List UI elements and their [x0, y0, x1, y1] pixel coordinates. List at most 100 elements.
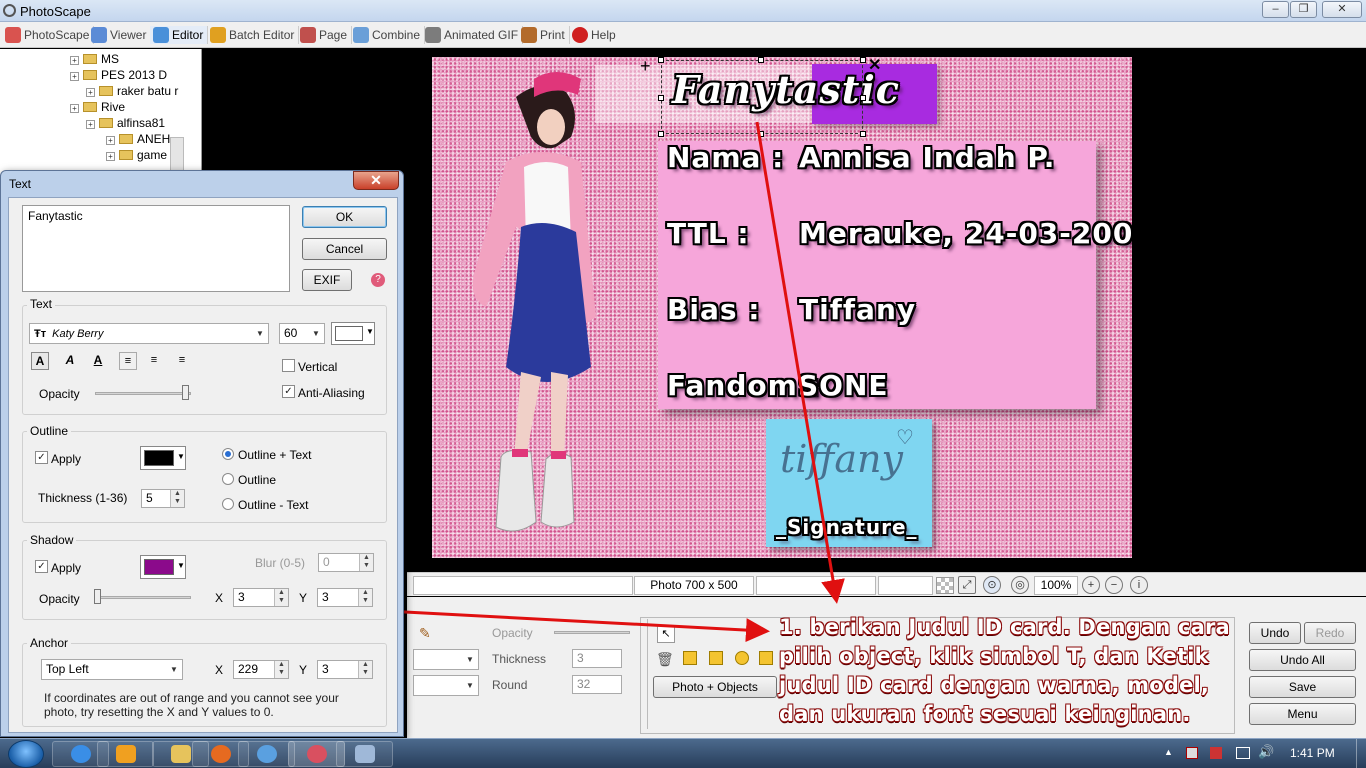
- tray-arrow-icon[interactable]: ▲: [1164, 747, 1173, 757]
- shadow-color-picker[interactable]: ▼: [140, 555, 186, 579]
- bold-icon[interactable]: A: [31, 352, 49, 370]
- show-desktop-button[interactable]: [1356, 739, 1366, 768]
- maximize-button[interactable]: ❐: [1290, 1, 1317, 18]
- resize-handle[interactable]: [860, 131, 866, 137]
- tab-page[interactable]: Page: [297, 26, 353, 44]
- anti-aliasing-checkbox[interactable]: ✓: [282, 385, 295, 398]
- tree-item[interactable]: + MS: [0, 51, 201, 67]
- expand-icon[interactable]: +: [106, 152, 115, 161]
- delete-object-icon[interactable]: ✕: [868, 57, 881, 75]
- outline-only-radio[interactable]: [222, 473, 234, 485]
- font-size-select[interactable]: 60 ▼: [279, 323, 325, 344]
- align-right-icon[interactable]: ≡: [173, 352, 191, 370]
- taskbar-media[interactable]: [97, 741, 154, 767]
- tab-animated-gif[interactable]: Animated GIF: [422, 26, 524, 44]
- anchor-x-stepper[interactable]: 229 ▲ ▼: [233, 660, 289, 679]
- tray-network-icon[interactable]: [1236, 747, 1250, 759]
- resize-handle[interactable]: [658, 95, 664, 101]
- help-icon[interactable]: ?: [371, 273, 385, 287]
- tray-volume-icon[interactable]: 🔊: [1258, 744, 1274, 760]
- tab-print[interactable]: Print: [518, 26, 570, 44]
- zoom-fit-icon[interactable]: ◎: [1011, 576, 1029, 594]
- outline-apply-checkbox[interactable]: ✓: [35, 451, 48, 464]
- exif-button[interactable]: EXIF: [302, 269, 352, 291]
- blur-stepper[interactable]: 0 ▲ ▼: [318, 553, 374, 572]
- shadow-y-stepper[interactable]: 3 ▲ ▼: [317, 588, 373, 607]
- align-center-icon[interactable]: ≡: [145, 352, 163, 370]
- font-select[interactable]: Ŧт Katy Berry ▼: [29, 323, 269, 344]
- move-cross-icon[interactable]: +: [640, 57, 651, 75]
- line-style-combo[interactable]: ▼: [413, 649, 479, 670]
- anchor-y-stepper[interactable]: 3 ▲ ▼: [317, 660, 373, 679]
- tray-flag-icon[interactable]: [1186, 747, 1198, 759]
- align-left-icon[interactable]: ≡: [119, 352, 137, 370]
- slider-thumb[interactable]: [182, 385, 189, 400]
- underline-icon[interactable]: A: [89, 352, 107, 370]
- outline-color-picker[interactable]: ▼: [140, 446, 186, 470]
- tree-item[interactable]: + raker batu r: [0, 83, 201, 99]
- expand-icon[interactable]: +: [86, 88, 95, 97]
- tab-batch-editor[interactable]: Batch Editor: [207, 26, 300, 44]
- outline-text-radio[interactable]: [222, 448, 234, 460]
- resize-handle[interactable]: [860, 57, 866, 63]
- anchor-select[interactable]: Top Left ▼: [41, 659, 183, 680]
- zoom-in-icon[interactable]: +: [1082, 576, 1100, 594]
- fit-screen-icon[interactable]: ⤢: [958, 576, 976, 594]
- tab-help[interactable]: Help: [569, 26, 620, 44]
- taskbar-search[interactable]: [238, 741, 295, 767]
- zoom-out-icon[interactable]: −: [1105, 576, 1123, 594]
- expand-icon[interactable]: +: [106, 136, 115, 145]
- selection-box[interactable]: [661, 60, 863, 134]
- photo-canvas[interactable]: Fanytastic + ✕ Nama : Annisa Indah P. TT…: [432, 57, 1132, 558]
- start-button[interactable]: [8, 740, 44, 768]
- dialog-close-button[interactable]: ✕: [353, 171, 399, 190]
- expand-icon[interactable]: +: [70, 104, 79, 113]
- resize-handle[interactable]: [758, 57, 764, 63]
- thickness-stepper[interactable]: 3: [572, 649, 622, 668]
- taskbar-window[interactable]: [336, 741, 393, 767]
- save-button[interactable]: Save: [1249, 676, 1356, 698]
- resize-handle[interactable]: [758, 131, 764, 137]
- slider-thumb[interactable]: [94, 589, 101, 604]
- close-button[interactable]: ✕: [1322, 1, 1362, 18]
- undo-all-button[interactable]: Undo All: [1249, 649, 1356, 671]
- cancel-button[interactable]: Cancel: [302, 238, 387, 260]
- tab-viewer[interactable]: Viewer: [88, 26, 152, 44]
- info-icon[interactable]: i: [1130, 576, 1148, 594]
- eyedropper-icon[interactable]: ✎: [419, 625, 431, 642]
- tree-item[interactable]: + Rive: [0, 99, 201, 115]
- resize-handle[interactable]: [860, 95, 866, 101]
- checker-icon[interactable]: [936, 577, 954, 594]
- tab-photoscape[interactable]: PhotoScape: [2, 26, 95, 44]
- tree-item[interactable]: + alfinsa81: [0, 115, 201, 131]
- round-stepper[interactable]: 32: [572, 675, 622, 694]
- shadow-apply-checkbox[interactable]: ✓: [35, 560, 48, 573]
- tab-combine[interactable]: Combine: [350, 26, 426, 44]
- resize-handle[interactable]: [658, 57, 664, 63]
- outline-minus-text-radio[interactable]: [222, 498, 234, 510]
- tray-app-icon[interactable]: [1210, 747, 1222, 759]
- vertical-checkbox[interactable]: [282, 359, 295, 372]
- text-opacity-slider[interactable]: [95, 392, 191, 395]
- text-input[interactable]: Fanytastic: [22, 205, 290, 292]
- shadow-opacity-slider[interactable]: [95, 596, 191, 599]
- italic-icon[interactable]: A: [61, 352, 79, 370]
- resize-handle[interactable]: [658, 131, 664, 137]
- actual-size-icon[interactable]: ⊙: [983, 576, 1001, 594]
- opacity-slider[interactable]: [554, 631, 630, 634]
- minimize-button[interactable]: –: [1262, 1, 1289, 18]
- tree-item[interactable]: + PES 2013 D: [0, 67, 201, 83]
- folder-tree[interactable]: + MS + PES 2013 D + raker batu r + Rive + alfinsa…: [0, 49, 202, 179]
- expand-icon[interactable]: +: [70, 56, 79, 65]
- shadow-x-stepper[interactable]: 3 ▲ ▼: [233, 588, 289, 607]
- line-end-combo[interactable]: ▼: [413, 675, 479, 696]
- redo-button[interactable]: Redo: [1304, 622, 1356, 644]
- expand-icon[interactable]: +: [70, 72, 79, 81]
- tab-label: Combine: [372, 28, 421, 42]
- menu-button[interactable]: Menu: [1249, 703, 1356, 725]
- text-color-picker[interactable]: ▼: [331, 322, 375, 345]
- expand-icon[interactable]: +: [86, 120, 95, 129]
- tab-editor[interactable]: Editor: [150, 26, 209, 44]
- ok-button[interactable]: OK: [302, 206, 387, 228]
- thickness-stepper[interactable]: 5 ▲ ▼: [141, 489, 185, 508]
